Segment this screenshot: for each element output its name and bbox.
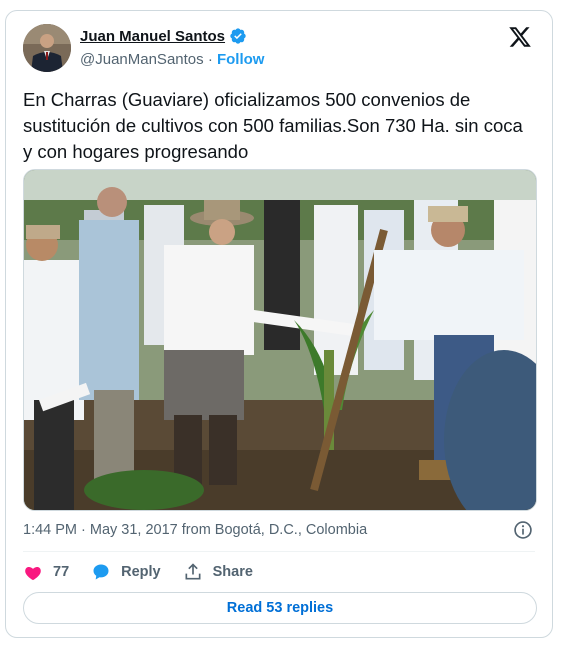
like-count: 77 — [53, 564, 70, 580]
info-icon[interactable] — [513, 520, 533, 540]
read-replies-button[interactable]: Read 53 replies — [23, 592, 537, 624]
follow-button[interactable]: Follow — [217, 51, 265, 68]
reply-button[interactable]: Reply — [91, 562, 161, 582]
tweet-text: En Charras (Guaviare) oficializamos 500 … — [23, 89, 523, 162]
author-name-row: Juan Manuel Santos — [80, 27, 247, 45]
x-logo-icon[interactable] — [508, 25, 532, 49]
author-name[interactable]: Juan Manuel Santos — [80, 28, 225, 45]
action-bar: 77 Reply Share — [23, 559, 275, 585]
share-button[interactable]: Share — [183, 562, 253, 582]
tweet-photo[interactable] — [23, 169, 537, 511]
reply-label: Reply — [121, 564, 161, 580]
reply-bubble-icon — [93, 564, 109, 580]
verified-badge-icon — [230, 28, 246, 44]
author-handle[interactable]: @JuanManSantos — [80, 51, 204, 68]
tweet-timestamp[interactable]: 1:44 PM · May 31, 2017 from Bogotá, D.C.… — [23, 522, 367, 538]
share-icon — [185, 563, 201, 580]
avatar[interactable] — [23, 24, 71, 72]
tweet-card: Juan Manuel Santos @JuanManSantos · Foll… — [5, 10, 553, 638]
divider — [23, 551, 535, 552]
heart-icon — [25, 566, 41, 581]
separator: · — [207, 51, 213, 68]
author-handle-row: @JuanManSantos · Follow — [80, 51, 264, 68]
share-label: Share — [212, 564, 253, 580]
like-button[interactable]: 77 — [23, 562, 69, 582]
